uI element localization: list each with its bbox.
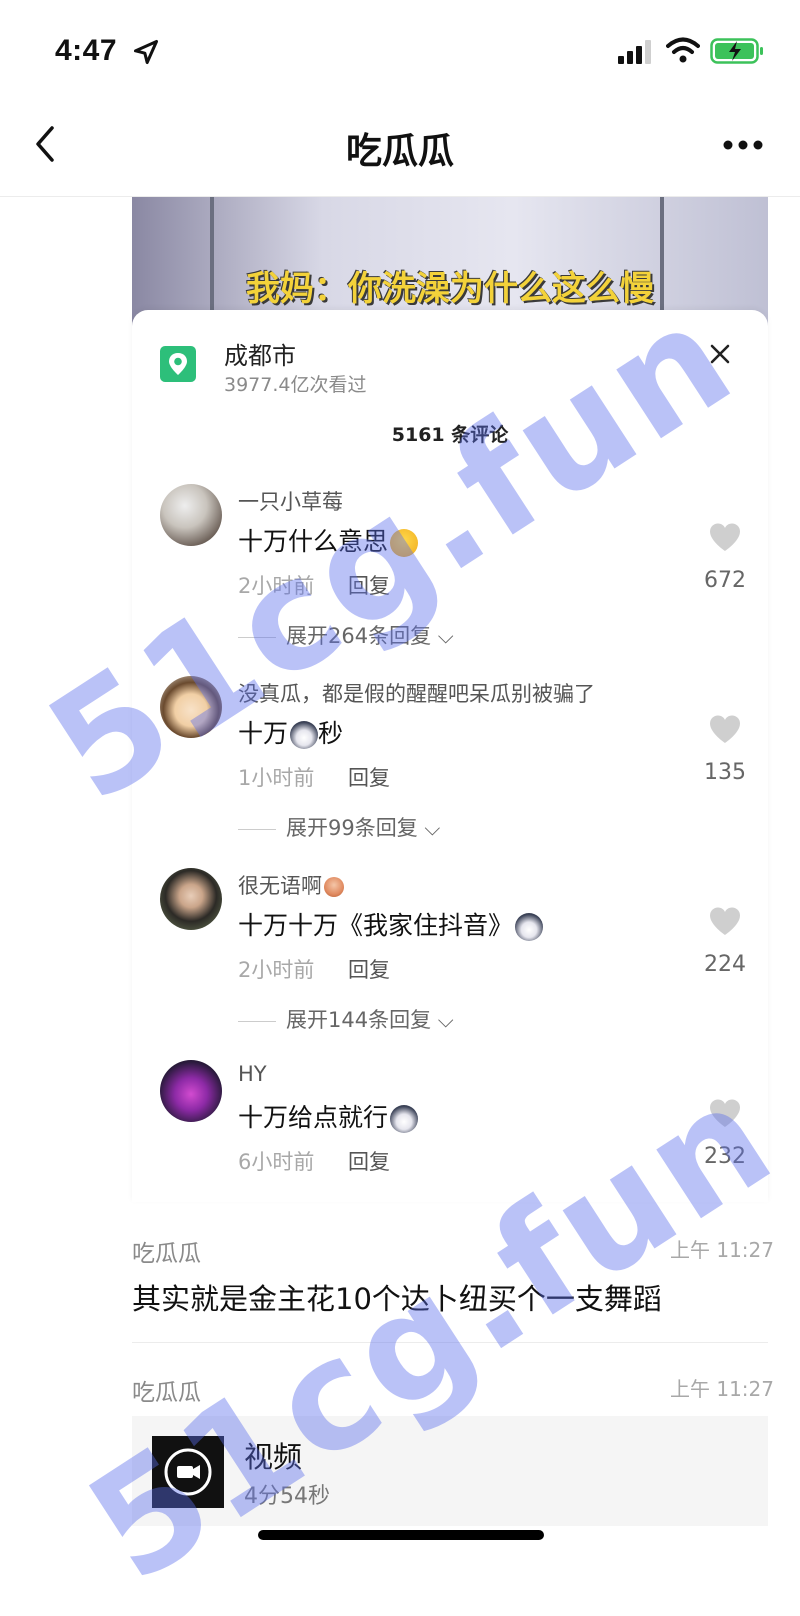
husky-emoji-icon bbox=[515, 913, 544, 941]
heart-icon[interactable] bbox=[708, 906, 742, 936]
comment-text-content: 十万十万《我家住抖音》 bbox=[238, 911, 514, 940]
reply-button[interactable]: 回复 bbox=[348, 954, 390, 984]
avatar[interactable] bbox=[160, 868, 222, 930]
chevron-down-icon: ⌵ bbox=[417, 816, 441, 840]
chevron-down-icon: ⌵ bbox=[431, 624, 454, 648]
status-time: 4:47 bbox=[55, 34, 118, 67]
divider bbox=[238, 828, 276, 830]
expand-replies-label: 展开144条回复 bbox=[286, 1008, 432, 1032]
video-camera-icon bbox=[164, 1448, 212, 1496]
like-count: 224 bbox=[704, 952, 746, 977]
comment-text: 十万秒 bbox=[238, 714, 343, 750]
avatar[interactable] bbox=[160, 676, 222, 738]
comment-text-before: 十万 bbox=[238, 719, 289, 748]
comment-username[interactable]: 一只小草莓 bbox=[238, 486, 343, 516]
avatar[interactable] bbox=[160, 484, 222, 546]
divider bbox=[238, 1020, 276, 1022]
comment-text: 十万给点就行 bbox=[238, 1098, 419, 1134]
message-time: 上午 11:27 bbox=[670, 1238, 774, 1262]
like-count: 232 bbox=[704, 1144, 746, 1169]
reply-button[interactable]: 回复 bbox=[348, 1146, 390, 1176]
battery-charging-icon bbox=[710, 38, 763, 64]
video-title: 视频 bbox=[244, 1440, 303, 1474]
video-thumbnail bbox=[152, 1436, 224, 1508]
heart-icon[interactable] bbox=[708, 1098, 742, 1128]
like-count: 135 bbox=[704, 760, 746, 785]
comment-item: 很无语啊 十万十万《我家住抖音》 2小时前 回复 224 展开144条回复 ⌵ bbox=[132, 868, 768, 1058]
comment-item: 没真瓜，都是假的醒醒吧呆瓜别被骗了 十万秒 1小时前 回复 135 展开99条回… bbox=[132, 676, 768, 866]
like-count: 672 bbox=[704, 568, 746, 593]
chevron-down-icon: ⌵ bbox=[431, 1008, 454, 1032]
flower-emoji-icon bbox=[324, 877, 344, 897]
comment-time: 2小时前 bbox=[238, 574, 315, 598]
comment-item: 一只小草莓 十万什么意思 2小时前 回复 672 展开264条回复 ⌵ bbox=[132, 484, 768, 674]
more-options-icon[interactable] bbox=[722, 138, 764, 152]
expand-replies-label: 展开99条回复 bbox=[286, 816, 418, 840]
nav-bar: 吃瓜瓜 bbox=[0, 100, 800, 197]
divider bbox=[238, 636, 276, 638]
status-bar: 4:47 bbox=[0, 0, 800, 100]
husky-emoji-icon bbox=[290, 721, 319, 749]
comment-time: 1小时前 bbox=[238, 766, 315, 790]
comment-time: 2小时前 bbox=[238, 958, 315, 982]
location-pin-icon bbox=[160, 346, 196, 382]
comment-username[interactable]: 很无语啊 bbox=[238, 870, 344, 900]
comment-username[interactable]: HY bbox=[238, 1062, 267, 1086]
comment-username-text: 很无语啊 bbox=[238, 874, 322, 898]
reply-button[interactable]: 回复 bbox=[348, 570, 390, 600]
message-text[interactable]: 其实就是金主花10个达卜纽买个一支舞蹈 bbox=[132, 1276, 662, 1318]
video-duration: 4分54秒 bbox=[244, 1484, 330, 1509]
comment-text: 十万什么意思 bbox=[238, 522, 419, 558]
location-views: 3977.4亿次看过 bbox=[224, 374, 367, 396]
wifi-icon bbox=[666, 37, 700, 63]
expand-replies[interactable]: 展开264条回复 ⌵ bbox=[238, 620, 454, 650]
husky-emoji-icon bbox=[390, 1105, 419, 1133]
laughing-cry-emoji-icon bbox=[390, 529, 419, 557]
page-title: 吃瓜瓜 bbox=[345, 131, 454, 172]
cellular-signal-icon bbox=[618, 40, 651, 64]
expand-replies[interactable]: 展开99条回复 ⌵ bbox=[238, 812, 440, 842]
location-name[interactable]: 成都市 bbox=[224, 336, 296, 371]
message-sender: 吃瓜瓜 bbox=[132, 1380, 201, 1406]
message-time: 上午 11:27 bbox=[670, 1377, 774, 1401]
divider bbox=[132, 1342, 768, 1343]
expand-replies-label: 展开264条回复 bbox=[286, 624, 432, 648]
comment-text-content: 十万给点就行 bbox=[238, 1103, 389, 1132]
comments-panel: 成都市 3977.4亿次看过 5161 条评论 一只小草莓 十万什么意思 2小时… bbox=[132, 310, 768, 1202]
expand-replies[interactable]: 展开144条回复 ⌵ bbox=[238, 1004, 454, 1034]
comment-text-content: 十万什么意思 bbox=[238, 527, 389, 556]
heart-icon[interactable] bbox=[708, 714, 742, 744]
avatar[interactable] bbox=[160, 1060, 222, 1122]
comment-username[interactable]: 没真瓜，都是假的醒醒吧呆瓜别被骗了 bbox=[238, 678, 595, 708]
comment-text: 十万十万《我家住抖音》 bbox=[238, 906, 544, 942]
video-caption: 我妈：你洗澡为什么这么慢 bbox=[246, 269, 654, 309]
heart-icon[interactable] bbox=[708, 522, 742, 552]
comment-item: HY 十万给点就行 6小时前 回复 232 bbox=[132, 1060, 768, 1250]
reply-button[interactable]: 回复 bbox=[348, 762, 390, 792]
comment-time: 6小时前 bbox=[238, 1150, 315, 1174]
home-indicator[interactable] bbox=[258, 1530, 544, 1540]
video-message-card[interactable]: 视频 4分54秒 bbox=[132, 1416, 768, 1526]
comment-text-after: 秒 bbox=[318, 719, 344, 748]
close-icon[interactable] bbox=[708, 342, 732, 366]
location-arrow-icon bbox=[133, 39, 159, 65]
comment-count: 5161 条评论 bbox=[391, 424, 509, 446]
message-sender: 吃瓜瓜 bbox=[132, 1241, 201, 1267]
